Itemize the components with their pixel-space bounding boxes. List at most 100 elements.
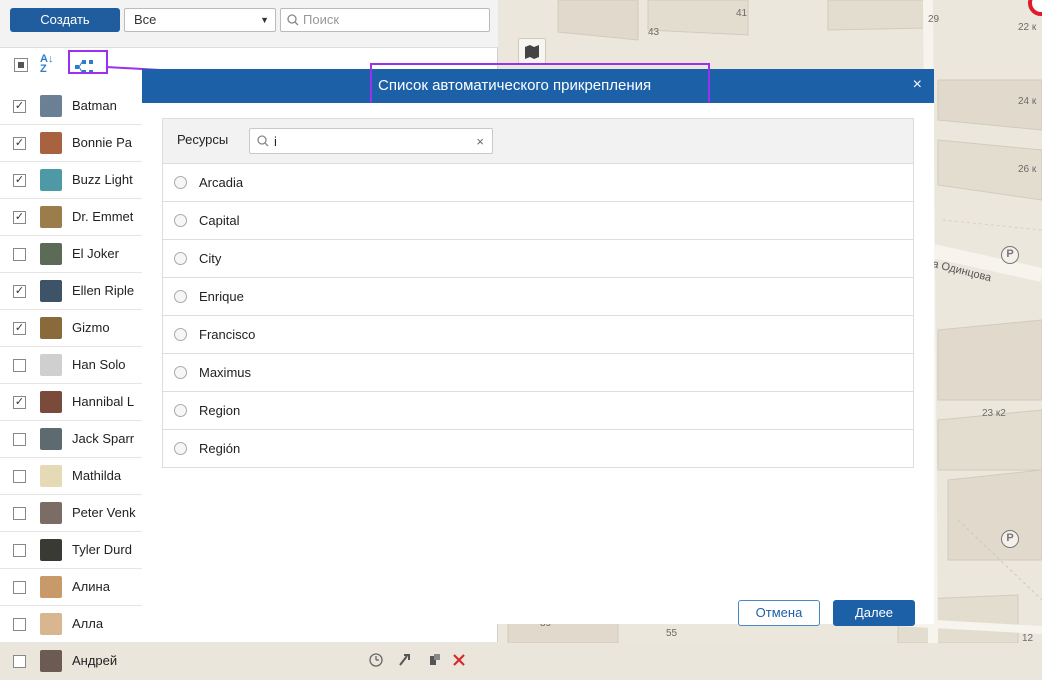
close-icon[interactable]: ×: [913, 77, 922, 93]
resources-header: Ресурсы i ×: [162, 118, 914, 164]
item-name: Buzz Light: [72, 172, 133, 187]
map-label: 12: [1022, 633, 1034, 643]
map-label: 24 к: [1018, 96, 1037, 107]
resource-radio[interactable]: [174, 290, 187, 303]
parking-icon: P: [1001, 530, 1019, 548]
map-label: 26 к: [1018, 164, 1037, 175]
avatar: [40, 354, 62, 376]
avatar: [40, 613, 62, 635]
resource-radio[interactable]: [174, 252, 187, 265]
item-checkbox[interactable]: [13, 655, 26, 668]
dialog-title: Список автоматического прикрепления: [378, 77, 652, 94]
resource-option[interactable]: Región: [162, 430, 914, 468]
map-layers-button[interactable]: [518, 38, 546, 64]
parking-icon: P: [1001, 246, 1019, 264]
resource-radio[interactable]: [174, 404, 187, 417]
avatar: [40, 502, 62, 524]
map-label: 29: [928, 14, 940, 25]
avatar: [40, 539, 62, 561]
resource-radio[interactable]: [174, 176, 187, 189]
resource-search-input[interactable]: i ×: [249, 128, 493, 154]
resource-label: Region: [199, 403, 241, 418]
cancel-button[interactable]: Отмена: [738, 600, 820, 626]
select-all-checkbox[interactable]: [14, 58, 28, 72]
sort-az-icon[interactable]: A↓ Z: [40, 54, 53, 75]
item-checkbox[interactable]: [13, 544, 26, 557]
dialog-header: Список автоматического прикрепления ×: [142, 63, 934, 109]
item-name: Алина: [72, 579, 110, 594]
map-label: 43: [648, 27, 660, 38]
resource-option[interactable]: City: [162, 240, 914, 278]
create-button[interactable]: Создать: [10, 8, 120, 32]
item-checkbox[interactable]: ✓: [13, 100, 26, 113]
avatar: [40, 465, 62, 487]
avatar: [40, 243, 62, 265]
auto-attach-highlight: [68, 50, 108, 74]
resource-label: Capital: [199, 213, 240, 228]
search-icon: [257, 135, 269, 147]
item-name: Jack Sparr: [72, 431, 135, 446]
item-checkbox[interactable]: [13, 618, 26, 631]
list-item[interactable]: Андрей: [0, 643, 498, 680]
avatar: [40, 391, 62, 413]
resource-option[interactable]: Francisco: [162, 316, 914, 354]
item-checkbox[interactable]: [13, 507, 26, 520]
item-checkbox[interactable]: ✓: [13, 322, 26, 335]
filter-select-value: Все: [134, 12, 157, 27]
resource-label: City: [199, 251, 222, 266]
resource-radio[interactable]: [174, 214, 187, 227]
item-name: Peter Venk: [72, 505, 136, 520]
avatar: [40, 169, 62, 191]
resource-option[interactable]: Region: [162, 392, 914, 430]
item-name: Hannibal L: [72, 394, 135, 409]
resource-label: Enrique: [199, 289, 244, 304]
map-label: 23 к2: [982, 408, 1006, 419]
resource-option[interactable]: Enrique: [162, 278, 914, 316]
search-placeholder: Поиск: [303, 12, 340, 27]
avatar: [40, 650, 62, 672]
item-name: Ellen Riple: [72, 283, 135, 298]
resource-radio[interactable]: [174, 328, 187, 341]
item-checkbox[interactable]: [13, 248, 26, 261]
filter-select[interactable]: Все ▼: [124, 8, 276, 32]
avatar: [40, 132, 62, 154]
map-label: 22 к: [1018, 22, 1037, 33]
item-checkbox[interactable]: [13, 470, 26, 483]
avatar: [40, 428, 62, 450]
item-name: Batman: [72, 98, 117, 113]
item-checkbox[interactable]: ✓: [13, 211, 26, 224]
resource-option[interactable]: Arcadia: [162, 164, 914, 202]
row-actions: [369, 653, 465, 667]
clear-icon[interactable]: ×: [476, 134, 484, 149]
avatar: [40, 280, 62, 302]
item-checkbox[interactable]: [13, 581, 26, 594]
resource-radio[interactable]: [174, 366, 187, 379]
item-name: Bonnie Pa: [72, 135, 132, 150]
resource-label: Francisco: [199, 327, 256, 342]
item-name: Андрей: [72, 653, 118, 668]
item-checkbox[interactable]: ✓: [13, 285, 26, 298]
map-label: 55: [666, 628, 678, 639]
item-checkbox[interactable]: [13, 359, 26, 372]
resource-radio[interactable]: [174, 442, 187, 455]
item-checkbox[interactable]: [13, 433, 26, 446]
item-name: Mathilda: [72, 468, 122, 483]
item-name: El Joker: [72, 246, 119, 261]
resources-label: Ресурсы: [177, 132, 229, 147]
avatar: [40, 95, 62, 117]
resource-option[interactable]: Capital: [162, 202, 914, 240]
avatar: [40, 317, 62, 339]
item-checkbox[interactable]: ✓: [13, 137, 26, 150]
resource-label: Arcadia: [199, 175, 244, 190]
search-input[interactable]: Поиск: [280, 8, 490, 32]
item-name: Tyler Durd: [72, 542, 132, 557]
avatar: [40, 576, 62, 598]
item-checkbox[interactable]: ✓: [13, 396, 26, 409]
item-name: Dr. Emmet: [72, 209, 134, 224]
item-name: Han Solo: [72, 357, 126, 372]
item-checkbox[interactable]: ✓: [13, 174, 26, 187]
item-name: Gizmo: [72, 320, 110, 335]
resource-option[interactable]: Maximus: [162, 354, 914, 392]
next-button[interactable]: Далее: [833, 600, 915, 626]
item-name: Алла: [72, 616, 104, 631]
